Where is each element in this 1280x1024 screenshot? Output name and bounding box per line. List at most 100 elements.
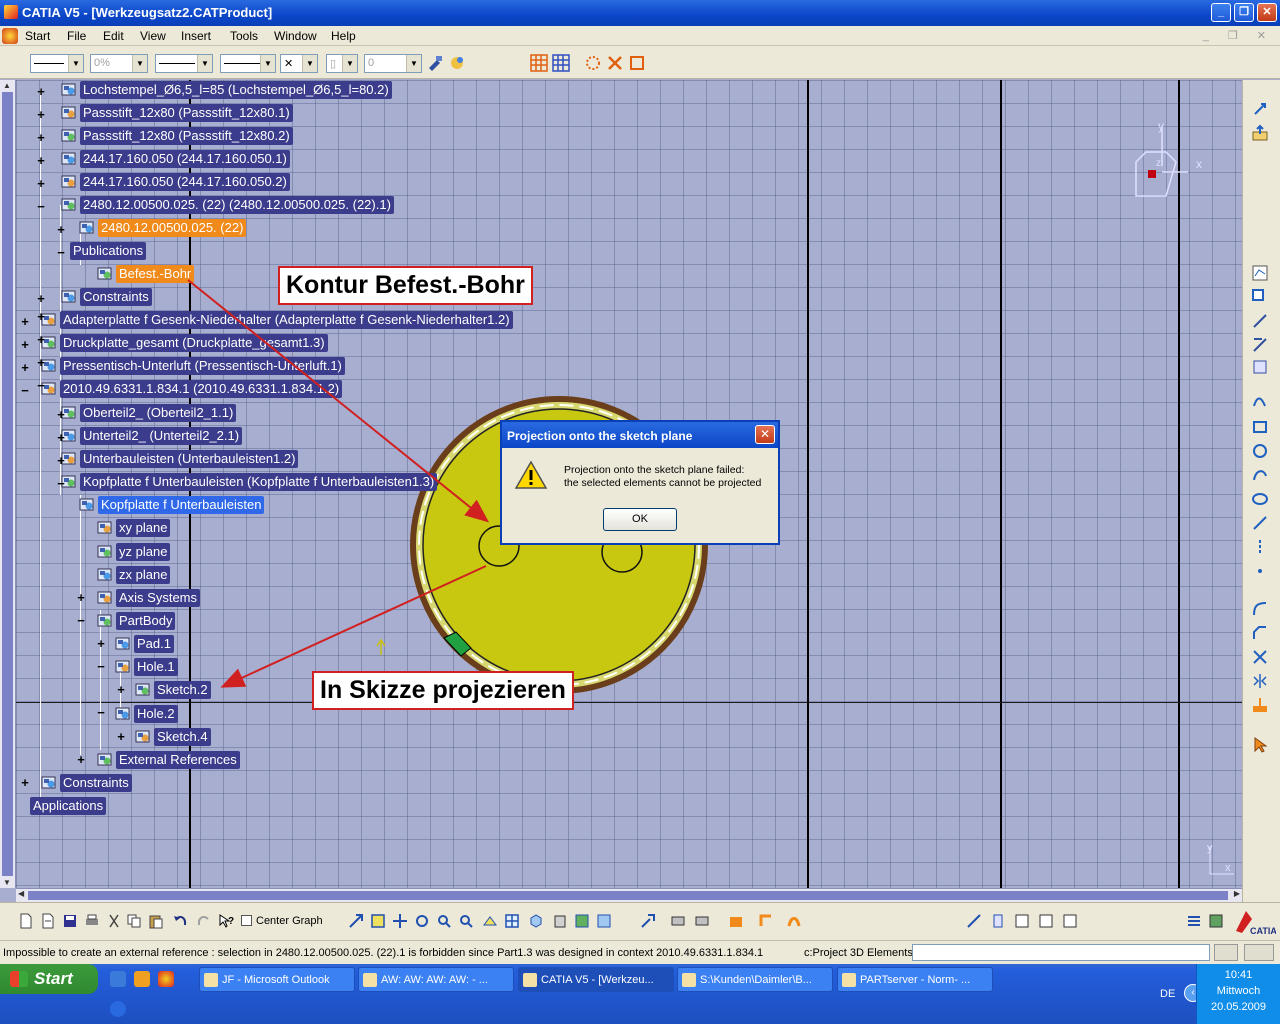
exit-workbench-icon[interactable] [1251, 100, 1269, 118]
quicklaunch-ie-icon[interactable] [110, 1001, 126, 1017]
profile-icon[interactable] [1251, 264, 1269, 282]
point-icon[interactable] [1251, 562, 1269, 580]
chamfer-icon[interactable] [1251, 624, 1269, 642]
menu-window[interactable]: Window [274, 29, 317, 43]
tree-expander[interactable]: − [76, 614, 86, 627]
tree-expander[interactable]: + [96, 637, 106, 650]
tree-node[interactable]: Unterbauleisten (Unterbauleisten1.2) [60, 449, 299, 468]
product-structure-icon[interactable] [1186, 913, 1202, 929]
layer-combo[interactable]: 0 ▼ [364, 54, 422, 73]
vertical-scrollbar-thumb[interactable] [2, 92, 13, 876]
zoom-out-icon[interactable] [458, 913, 474, 929]
mirror-icon[interactable] [1251, 672, 1269, 690]
painter-icon[interactable] [426, 54, 444, 72]
tree-expander[interactable]: − [56, 477, 66, 490]
tree-node[interactable]: Sketch.2 [134, 680, 211, 699]
menu-edit[interactable]: Edit [103, 29, 124, 43]
line-type-combo[interactable]: ▼ [220, 54, 276, 73]
swap-visible-space-icon[interactable] [596, 913, 612, 929]
design-table-icon[interactable] [1062, 913, 1078, 929]
mdi-window-buttons[interactable]: _ ❐ ✕ [1203, 29, 1274, 42]
catia-start-icon[interactable] [2, 28, 18, 44]
tree-expander[interactable]: + [36, 292, 46, 305]
menu-view[interactable]: View [140, 29, 166, 43]
tree-expander[interactable]: + [116, 730, 126, 743]
tree-expander[interactable]: + [116, 683, 126, 696]
arc-icon[interactable] [1251, 466, 1269, 484]
knowledge-icon[interactable] [1208, 913, 1224, 929]
tree-expander[interactable]: + [56, 408, 66, 421]
horizontal-scrollbar[interactable]: ◀ ▶ [16, 888, 1242, 902]
tree-expander[interactable]: − [36, 379, 46, 392]
line-edit-icon[interactable] [1251, 312, 1269, 330]
tree-expander[interactable]: + [76, 753, 86, 766]
task-mail[interactable]: AW: AW: AW: AW: - ... [358, 967, 514, 992]
tree-node[interactable]: Lochstempel_Ø6,5_l=85 (Lochstempel_Ø6,5_… [60, 80, 392, 99]
center-graph-checkbox[interactable] [241, 915, 252, 926]
tree-node[interactable]: 2480.12.00500.025. (22) [78, 218, 247, 237]
menu-file[interactable]: File [67, 29, 86, 43]
snap-to-point-icon[interactable] [552, 54, 570, 72]
print-icon[interactable] [84, 913, 100, 929]
tree-expander[interactable]: + [36, 356, 46, 369]
tree-node[interactable]: Passstift_12x80 (Passstift_12x80.1) [60, 103, 293, 122]
menu-insert[interactable]: Insert [181, 29, 211, 43]
formula-icon[interactable] [1038, 913, 1054, 929]
geometrical-constraints-icon[interactable] [606, 54, 624, 72]
grid-icon[interactable] [530, 54, 548, 72]
transparency-combo[interactable]: 0% ▼ [90, 54, 148, 73]
tree-expander[interactable]: + [20, 361, 30, 374]
tree-node[interactable]: zx plane [96, 565, 171, 584]
status-button-1[interactable] [1214, 944, 1238, 961]
task-outlook[interactable]: JF - Microsoft Outlook [199, 967, 355, 992]
tree-node[interactable]: Publications [70, 241, 147, 260]
fly-mode-icon[interactable] [348, 913, 364, 929]
tree-node[interactable]: Constraints [60, 287, 152, 306]
tree-node[interactable]: 2480.12.00500.025. (22) (2480.12.00500.0… [60, 195, 394, 214]
relimitation-icon[interactable] [786, 913, 802, 929]
menu-tools[interactable]: Tools [230, 29, 258, 43]
tree-node[interactable]: Constraints [40, 773, 132, 792]
tree-expander[interactable]: + [36, 108, 46, 121]
horizontal-scrollbar-thumb[interactable] [28, 891, 1228, 900]
analysis-icon[interactable] [990, 913, 1006, 929]
sketch-analysis-icon[interactable] [1014, 913, 1030, 929]
tree-node[interactable]: Applications [30, 796, 107, 815]
tree-expander[interactable]: − [36, 200, 46, 213]
pan-icon[interactable] [392, 913, 408, 929]
quicklaunch-explorer-icon[interactable] [110, 971, 126, 987]
tree-expander[interactable]: − [96, 660, 106, 673]
hide-show-icon[interactable] [574, 913, 590, 929]
multi-view-icon[interactable] [504, 913, 520, 929]
project-3d-elements-icon[interactable] [1251, 696, 1269, 714]
tree-node[interactable]: xy plane [96, 518, 171, 537]
restore-button[interactable]: ❐ [1234, 3, 1254, 22]
axis-icon[interactable] [1251, 336, 1269, 354]
tree-expander[interactable]: + [20, 776, 30, 789]
normal-view-2-icon[interactable] [694, 913, 710, 929]
fit-all-in-icon[interactable] [370, 913, 386, 929]
measure-icon[interactable] [966, 913, 982, 929]
close-button[interactable]: ✕ [1257, 3, 1277, 22]
point-type-combo[interactable]: ✕ ▼ [280, 54, 318, 73]
tree-expander[interactable]: + [20, 338, 30, 351]
system-tray-clock[interactable]: 10:41 Mittwoch 20.05.2009 [1196, 964, 1280, 1024]
tree-node[interactable]: PartBody [96, 611, 176, 630]
task-partserver[interactable]: PARTserver - Norm- ... [837, 967, 993, 992]
undo-icon[interactable] [172, 913, 188, 929]
whats-this-icon[interactable]: ? [218, 913, 234, 929]
tree-node[interactable]: External References [96, 750, 240, 769]
rotate-icon[interactable] [414, 913, 430, 929]
dimensional-constraints-icon[interactable] [628, 54, 646, 72]
compass-widget[interactable]: y x z [1116, 116, 1208, 206]
dialog-close-button[interactable]: ✕ [755, 425, 775, 444]
tree-expander[interactable]: + [36, 85, 46, 98]
tree-expander[interactable]: + [36, 333, 46, 346]
rectangle-icon[interactable] [1251, 288, 1269, 306]
line-thickness-combo[interactable]: ▼ [155, 54, 213, 73]
quicklaunch-outlook-icon[interactable] [134, 971, 150, 987]
rectangle-sketch-icon[interactable] [1251, 418, 1269, 436]
tree-node[interactable]: yz plane [96, 542, 171, 561]
tree-node[interactable]: Oberteil2_ (Oberteil2_1.1) [60, 403, 237, 422]
corner-icon[interactable] [1251, 600, 1269, 618]
